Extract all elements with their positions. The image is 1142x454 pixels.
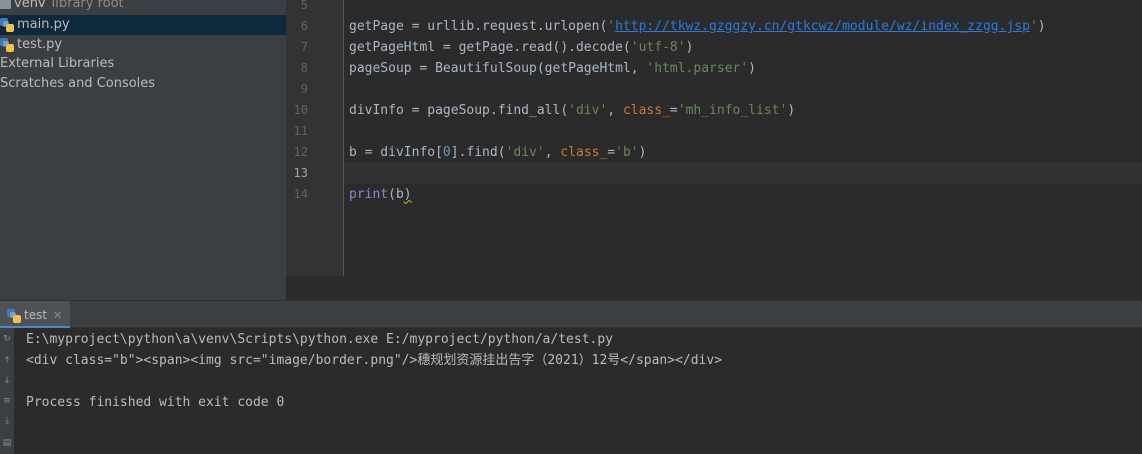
string-token: 'mh_info_list' xyxy=(677,103,788,118)
code-token: , xyxy=(544,145,561,160)
console-line-output: <div class="b"><span><img src="image/bor… xyxy=(26,353,723,368)
code-token: ].find( xyxy=(450,145,506,160)
string-token: 'b' xyxy=(615,145,639,160)
project-panel: venv library root main.py test.py Externa… xyxy=(0,0,286,300)
code-token: ) xyxy=(1037,19,1046,34)
scroll-down-icon[interactable]: ↓ xyxy=(2,376,12,386)
code-line-6[interactable]: getPage = urllib.request.urlopen('http:/… xyxy=(349,16,1046,37)
library-root-label: library root xyxy=(51,0,124,11)
warning-token: ) xyxy=(403,187,412,202)
tree-item-scratches[interactable]: Scratches and Consoles xyxy=(0,74,155,94)
line-number: 10 xyxy=(293,103,308,117)
python-file-icon xyxy=(0,17,14,32)
caret-line-highlight xyxy=(286,163,1142,184)
tree-item-label: Scratches and Consoles xyxy=(0,76,156,91)
string-token: ' xyxy=(607,19,616,34)
keyword-arg-token: class_ xyxy=(560,145,608,160)
line-number: 6 xyxy=(300,19,308,33)
code-token: = xyxy=(607,145,616,160)
keyword-arg-token: class_ xyxy=(622,103,670,118)
run-tab-label: test xyxy=(24,308,48,322)
run-toolbar: ↻ ↑ ↓ ≡ ⤓ ▤ xyxy=(0,328,14,454)
code-token: ) xyxy=(685,40,694,55)
code-line-7[interactable]: getPageHtml = getPage.read().decode('utf… xyxy=(349,37,693,58)
line-number: 11 xyxy=(293,124,308,138)
code-token: getPageHtml = getPage.read().decode( xyxy=(349,40,631,55)
line-number: 8 xyxy=(300,61,308,75)
line-number: 5 xyxy=(300,0,308,12)
tree-item-main-py[interactable]: main.py xyxy=(0,15,286,35)
code-token: (b xyxy=(388,187,404,202)
line-number: 9 xyxy=(300,82,308,96)
code-token: ) xyxy=(787,103,796,118)
tree-item-venv[interactable]: venv library root xyxy=(0,0,124,14)
console-line-exit: Process finished with exit code 0 xyxy=(26,395,285,410)
code-token: getPage = urllib.request.urlopen( xyxy=(349,19,608,34)
tree-item-label: venv xyxy=(14,0,46,11)
code-token: ) xyxy=(748,61,756,76)
url-link[interactable]: http://tkwz.gzggzy.cn/gtkcwz/module/wz/i… xyxy=(615,19,1030,34)
string-token: 'utf-8' xyxy=(630,40,686,55)
builtin-token: print xyxy=(349,187,389,202)
tree-item-label: main.py xyxy=(17,17,70,32)
run-panel-header: test ✕ xyxy=(0,300,1142,329)
print-icon[interactable]: ▤ xyxy=(2,438,12,448)
rerun-icon[interactable]: ↻ xyxy=(2,334,12,344)
soft-wrap-icon[interactable]: ≡ xyxy=(2,396,12,406)
code-token: divInfo = pageSoup.find_all( xyxy=(349,103,569,118)
tree-item-test-py[interactable]: test.py xyxy=(0,35,62,55)
string-token: ' xyxy=(1029,19,1038,34)
line-number: 7 xyxy=(300,40,308,54)
string-token: 'html.parser' xyxy=(646,61,749,76)
code-token: ) xyxy=(638,145,647,160)
number-token: 0 xyxy=(442,145,451,160)
tree-item-external-libraries[interactable]: External Libraries xyxy=(0,54,114,74)
code-line-8[interactable]: pageSoup = BeautifulSoup(getPageHtml, 'h… xyxy=(349,58,756,79)
line-number: 14 xyxy=(293,187,308,201)
string-token: 'div' xyxy=(568,103,608,118)
code-token: , xyxy=(607,103,623,118)
scroll-up-icon[interactable]: ↑ xyxy=(2,356,12,366)
line-number-current: 13 xyxy=(293,166,308,180)
string-token: 'div' xyxy=(505,145,545,160)
close-icon[interactable]: ✕ xyxy=(53,309,62,322)
console-line-command: E:\myproject\python\a\venv\Scripts\pytho… xyxy=(26,332,613,347)
code-line-10[interactable]: divInfo = pageSoup.find_all('div', class… xyxy=(349,100,795,121)
code-token: b = divInfo[ xyxy=(349,145,443,160)
folder-icon xyxy=(0,0,11,9)
tree-item-label: test.py xyxy=(17,37,63,52)
code-token: pageSoup = BeautifulSoup(getPageHtml, xyxy=(349,61,647,76)
code-line-14[interactable]: print(b) xyxy=(349,184,412,205)
editor-bottom-area xyxy=(286,276,1142,300)
python-file-icon xyxy=(0,37,14,52)
code-token: = xyxy=(669,103,678,118)
run-tab-test[interactable]: test ✕ xyxy=(0,301,71,329)
line-number: 12 xyxy=(293,145,308,159)
scroll-to-end-icon[interactable]: ⤓ xyxy=(2,416,12,426)
python-run-icon xyxy=(7,308,21,323)
code-line-12[interactable]: b = divInfo[0].find('div', class_='b') xyxy=(349,142,646,163)
tree-item-label: External Libraries xyxy=(0,56,115,71)
